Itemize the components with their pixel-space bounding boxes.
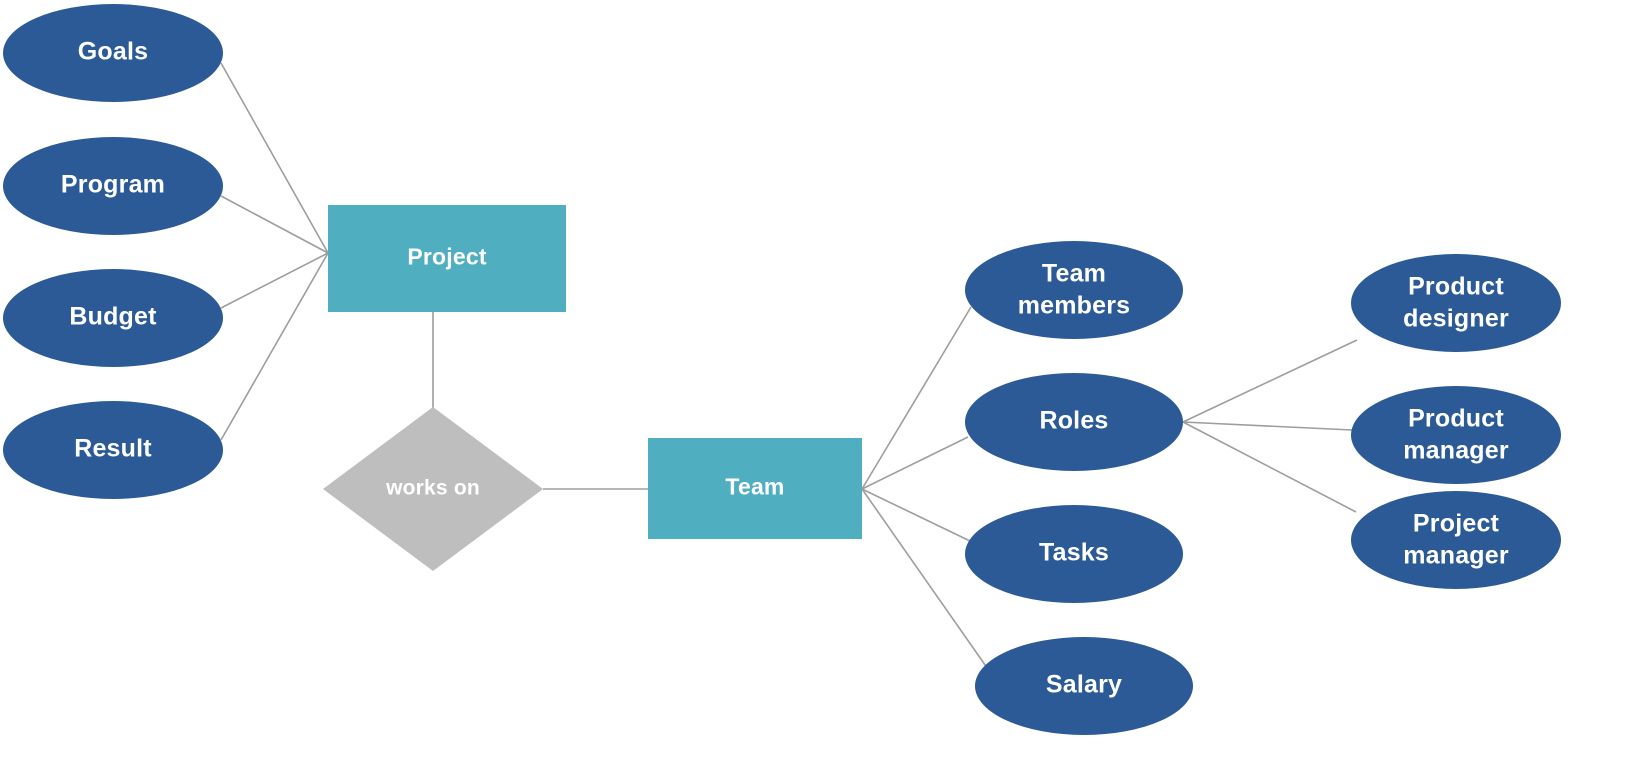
diagram-svg: Goals Program Budget Result Team members Roles…: [3, 4, 1561, 735]
attribute-tasks-label: Tasks: [1039, 539, 1109, 567]
attribute-node-roles[interactable]: Roles: [965, 373, 1183, 471]
attribute-node-product-designer[interactable]: Product designer: [1351, 254, 1561, 352]
edge-roles-productDesigner: [1182, 339, 1358, 423]
attribute-node-budget[interactable]: Budget: [3, 269, 223, 367]
entity-node-team[interactable]: Team: [648, 438, 862, 539]
nodes-layer: Goals Program Budget Result Team members Roles…: [3, 4, 1561, 735]
attribute-budget-label: Budget: [69, 303, 157, 331]
attribute-salary-label: Salary: [1046, 671, 1122, 699]
attribute-node-result[interactable]: Result: [3, 401, 223, 499]
edge-team-salary: [861, 488, 991, 673]
attribute-ellipse-team-members: [965, 241, 1183, 339]
attribute-ellipse-project-manager: [1351, 491, 1561, 589]
relationship-node-works-on[interactable]: works on: [323, 407, 543, 571]
attribute-node-salary[interactable]: Salary: [975, 637, 1193, 735]
edge-roles-projectManager: [1182, 421, 1357, 513]
attribute-node-program[interactable]: Program: [3, 137, 223, 235]
edges-layer: [220, 62, 1358, 673]
attribute-goals-label: Goals: [78, 38, 148, 66]
edge-roles-productManager: [1182, 421, 1353, 431]
entity-team-label: Team: [725, 474, 784, 500]
attribute-result-label: Result: [74, 435, 152, 463]
attribute-node-goals[interactable]: Goals: [3, 4, 223, 102]
relationship-works-on-label: works on: [385, 477, 480, 500]
attribute-roles-label: Roles: [1039, 407, 1108, 435]
attribute-node-tasks[interactable]: Tasks: [965, 505, 1183, 603]
entity-project-label: Project: [407, 244, 487, 270]
attribute-node-product-manager[interactable]: Product manager: [1351, 386, 1561, 484]
attribute-ellipse-product-manager: [1351, 386, 1561, 484]
attribute-node-team-members[interactable]: Team members: [965, 241, 1183, 339]
attribute-ellipse-product-designer: [1351, 254, 1561, 352]
attribute-node-project-manager[interactable]: Project manager: [1351, 491, 1561, 589]
edge-team-tasks: [861, 488, 971, 542]
attribute-program-label: Program: [61, 171, 165, 199]
entity-node-project[interactable]: Project: [328, 205, 566, 312]
er-diagram-canvas: Goals Program Budget Result Team members Roles…: [0, 0, 1640, 775]
